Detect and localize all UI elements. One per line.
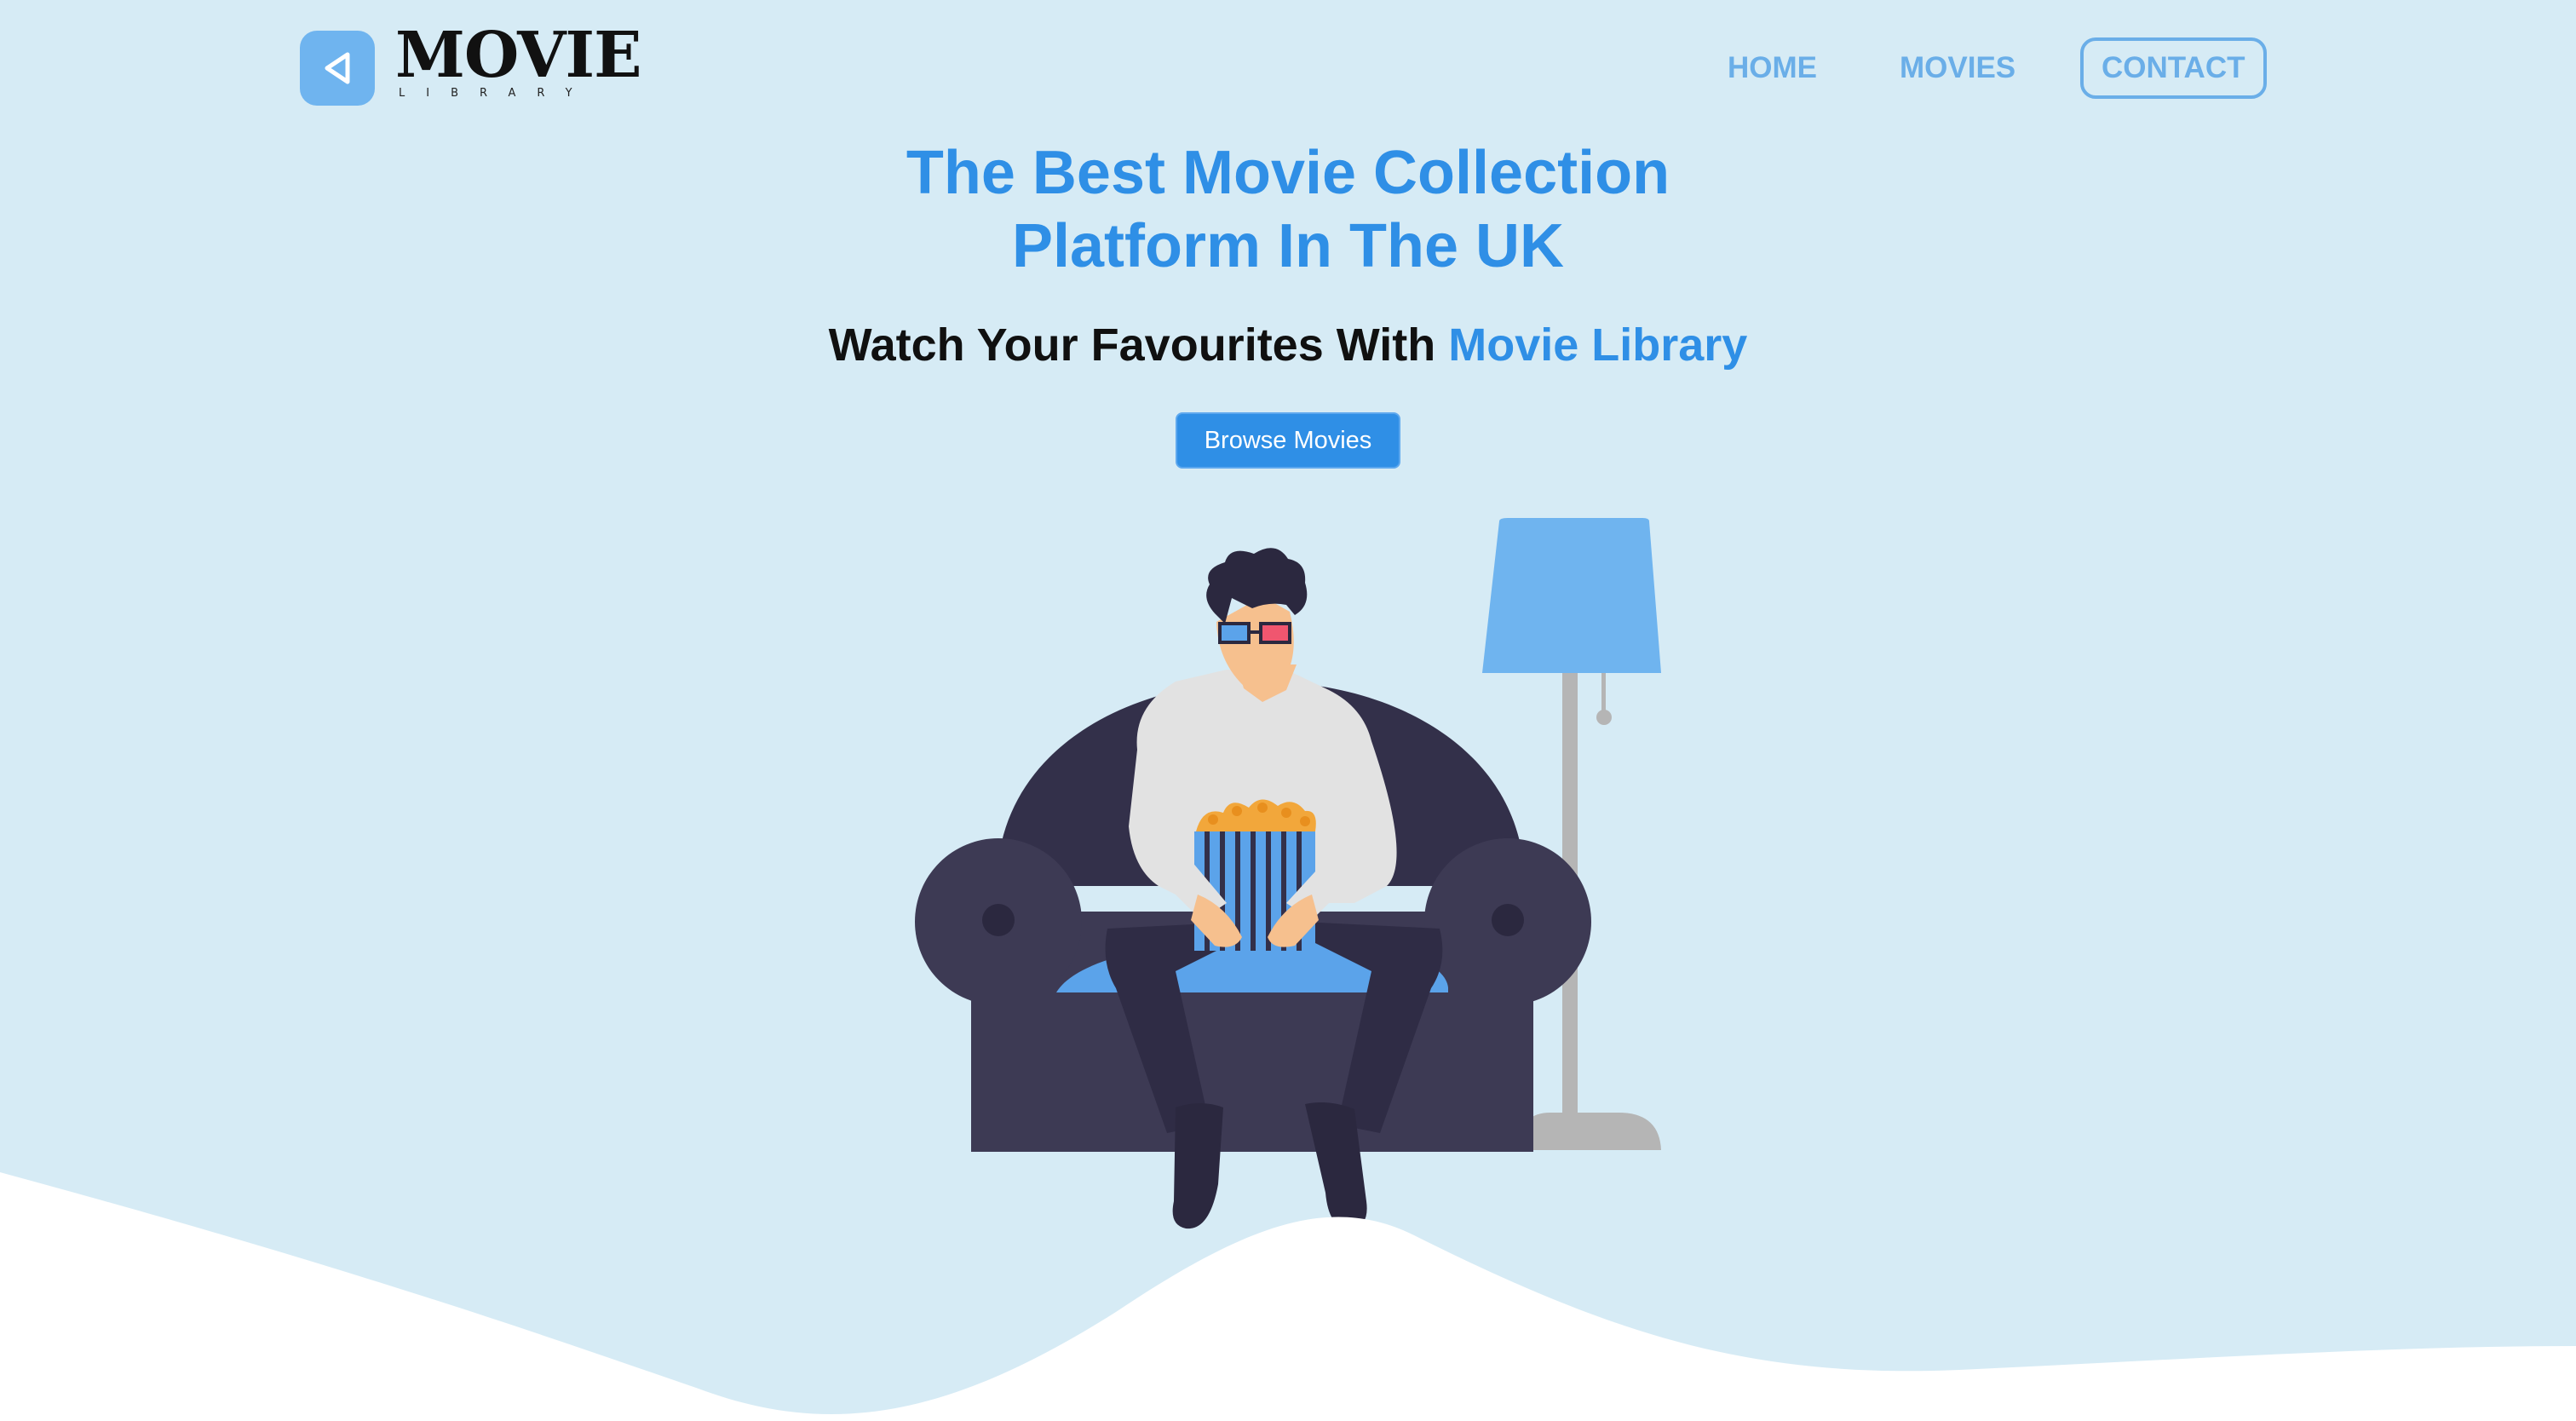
wave-footer [0, 1172, 2576, 1421]
